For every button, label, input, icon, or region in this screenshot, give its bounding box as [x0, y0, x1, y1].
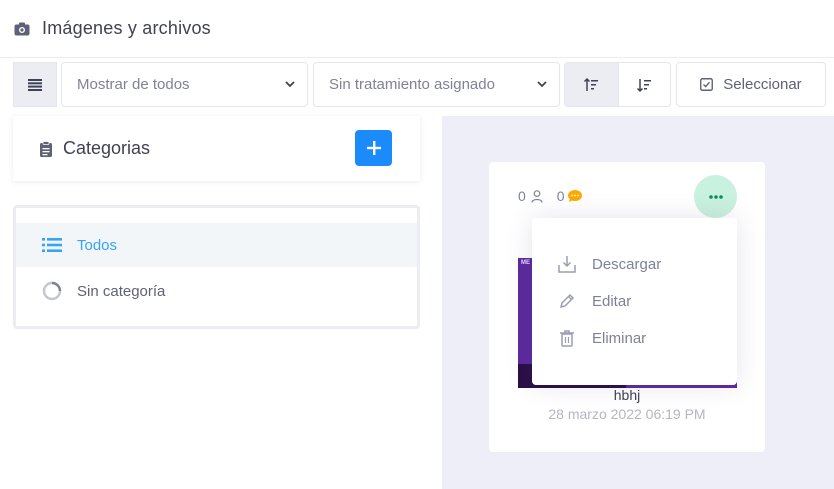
camera-icon — [14, 21, 30, 37]
category-list: Todos Sin categoría — [13, 205, 420, 329]
comment-icon — [567, 190, 582, 202]
page-title: Imágenes y archivos — [42, 18, 211, 38]
sort-ascending-icon — [584, 77, 599, 91]
sort-descending-button[interactable] — [617, 63, 671, 106]
pencil-icon — [559, 293, 575, 309]
file-stats: 0 0 — [518, 188, 583, 204]
category-item-label: Todos — [77, 236, 118, 254]
trash-icon — [560, 330, 574, 347]
comments-count: 0 — [556, 188, 565, 204]
checkbox-icon — [700, 78, 714, 91]
users-count: 0 — [518, 188, 526, 204]
list-icon — [42, 238, 62, 252]
user-icon — [531, 189, 543, 203]
file-name: hbhj — [613, 387, 641, 403]
file-actions-menu: Descargar Editar Eliminar — [532, 218, 737, 385]
page-header: Imágenes y archivos — [0, 0, 834, 58]
circle-spinner-icon — [42, 281, 62, 301]
more-options-button[interactable] — [694, 175, 737, 218]
categories-title: Categorias — [63, 138, 151, 158]
treatment-select-value: Sin tratamiento asignado — [329, 76, 495, 93]
thumbnail-tag: ME — [521, 260, 530, 266]
menu-item-label: Descargar — [592, 255, 662, 273]
hamburger-icon — [28, 78, 42, 91]
category-item-sin-categoria[interactable]: Sin categoría — [16, 269, 417, 313]
sort-ascending-button[interactable] — [565, 63, 618, 106]
select-button-label: Seleccionar — [723, 76, 802, 93]
menu-item-label: Eliminar — [592, 329, 647, 347]
file-date: 28 marzo 2022 06:19 PM — [548, 406, 706, 422]
plus-icon — [366, 141, 381, 155]
add-category-button[interactable] — [355, 130, 392, 166]
sort-descending-icon — [637, 78, 652, 92]
sort-group — [564, 62, 671, 107]
menu-item-edit[interactable]: Editar — [532, 283, 737, 319]
menu-item-download[interactable]: Descargar — [532, 246, 737, 282]
chevron-down-icon — [285, 81, 295, 88]
categories-header: Categorias — [13, 116, 420, 181]
filter-select-value: Mostrar de todos — [77, 76, 190, 93]
menu-item-label: Editar — [592, 292, 632, 310]
toggle-sidebar-button[interactable] — [13, 62, 57, 107]
category-item-todos[interactable]: Todos — [16, 223, 417, 267]
download-icon — [558, 256, 576, 273]
menu-item-delete[interactable]: Eliminar — [532, 320, 737, 356]
clipboard-icon — [40, 140, 52, 157]
treatment-select[interactable]: Sin tratamiento asignado — [313, 62, 560, 107]
select-button[interactable]: Seleccionar — [676, 62, 826, 107]
more-horizontal-icon — [708, 194, 723, 199]
category-item-label: Sin categoría — [77, 282, 166, 300]
chevron-down-icon — [537, 81, 547, 88]
filter-select[interactable]: Mostrar de todos — [61, 62, 308, 107]
